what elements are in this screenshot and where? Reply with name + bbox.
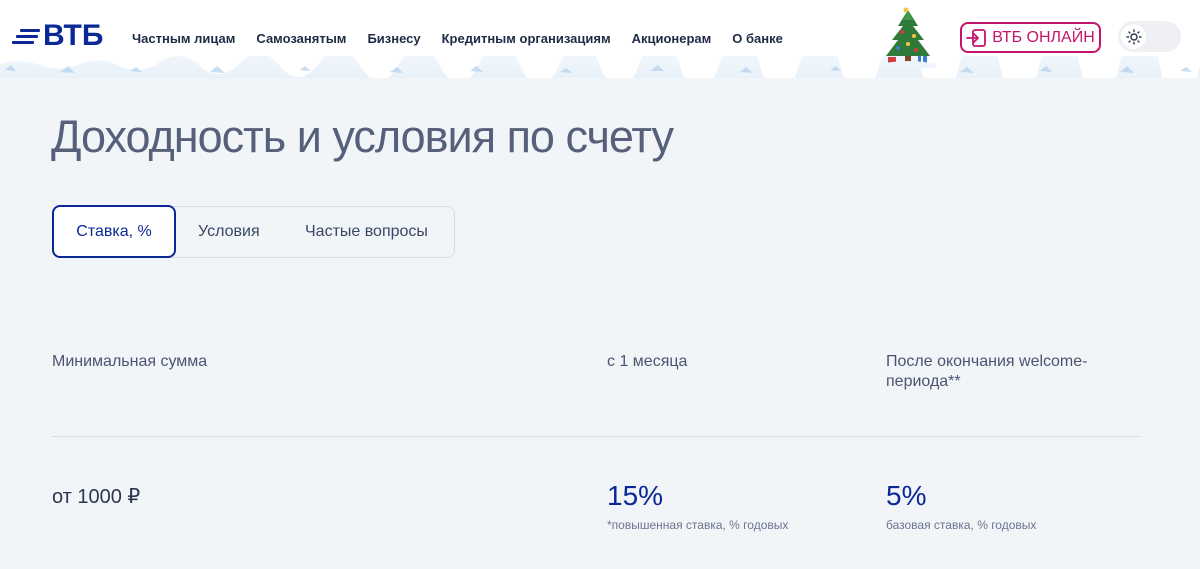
base-rate-note: базовая ставка, % годовых — [886, 518, 1037, 532]
site-header: ВТБ Частным лицам Самозанятым Бизнесу Кр… — [0, 0, 1200, 78]
table-divider — [52, 436, 1141, 437]
nav-item-business[interactable]: Бизнесу — [367, 31, 420, 46]
base-rate-value: 5% — [886, 480, 927, 511]
column-header-min-sum: Минимальная сумма — [52, 353, 208, 370]
rate-tabs: Ставка, % Условия Частые вопросы — [52, 205, 455, 258]
tab-conditions[interactable]: Условия — [198, 206, 260, 258]
logo-stripes-icon — [12, 26, 40, 46]
increased-rate-note: *повышенная ставка, % годовых — [607, 518, 789, 532]
theme-toggle[interactable] — [1118, 21, 1181, 52]
column-header-after-welcome: После окончания welcome-периода** — [886, 353, 1088, 390]
nav-item-self-employed[interactable]: Самозанятым — [256, 31, 346, 46]
tab-faq[interactable]: Частые вопросы — [305, 206, 428, 258]
column-header-from-month: с 1 месяца — [607, 353, 688, 370]
vtb-online-label: ВТБ ОНЛАЙН — [992, 28, 1095, 46]
christmas-tree-icon — [880, 7, 936, 68]
min-sum-value: от 1000 ₽ — [52, 486, 141, 508]
vtb-online-button[interactable]: ВТБ ОНЛАЙН — [960, 22, 1101, 53]
increased-rate-value: 15% — [607, 480, 664, 511]
tab-rate[interactable]: Ставка, % — [52, 205, 176, 258]
login-enter-icon — [966, 28, 987, 47]
sun-icon — [1121, 24, 1146, 49]
nav-item-about[interactable]: О банке — [732, 31, 783, 46]
logo-text: ВТБ — [43, 19, 104, 52]
nav-item-private[interactable]: Частным лицам — [132, 31, 235, 46]
page-title: Доходность и условия по счету — [51, 111, 674, 162]
vtb-logo[interactable]: ВТБ — [12, 18, 107, 54]
nav-item-credit-orgs[interactable]: Кредитным организациям — [442, 31, 611, 46]
main-nav: Частным лицам Самозанятым Бизнесу Кредит… — [132, 31, 804, 46]
nav-item-shareholders[interactable]: Акционерам — [632, 31, 712, 46]
snow-decoration — [0, 56, 1200, 78]
